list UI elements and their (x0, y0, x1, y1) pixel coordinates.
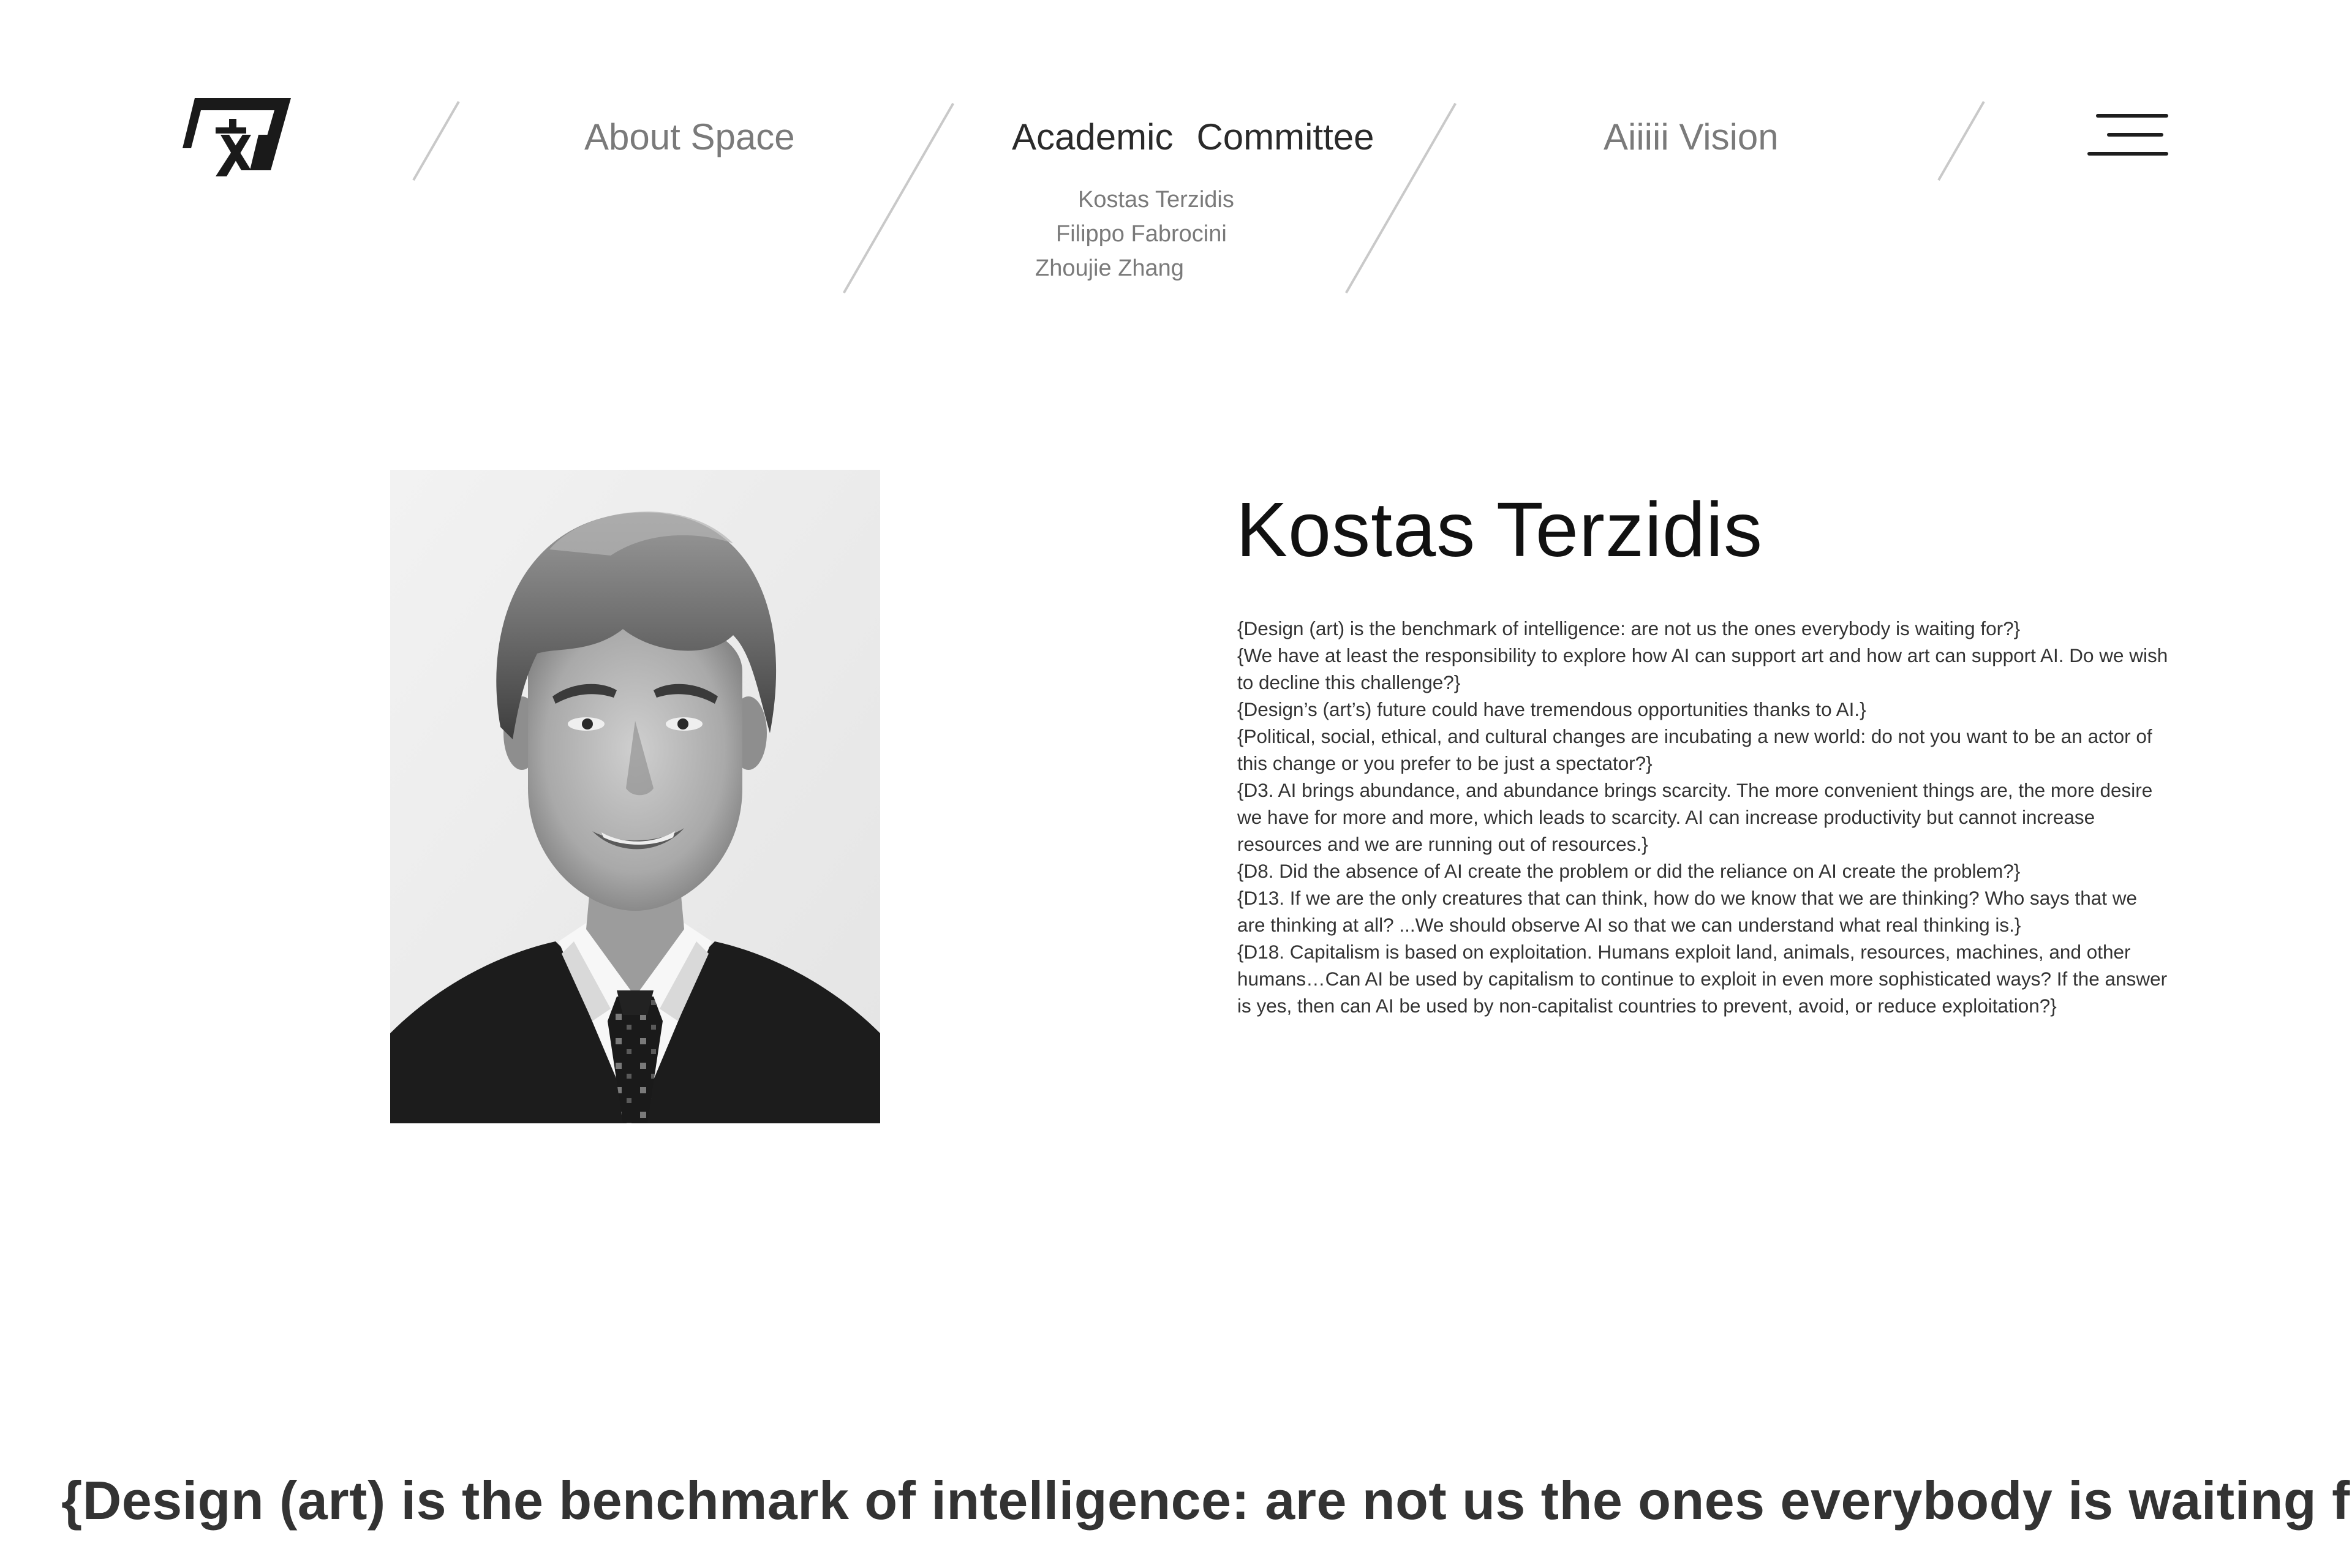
bio-paragraph: {D3. AI brings abundance, and abundance … (1237, 779, 2153, 855)
ai-space-logo-icon[interactable] (178, 92, 300, 184)
bio-paragraph: {Political, social, ethical, and cultura… (1237, 725, 2152, 774)
bio-paragraph: {We have at least the responsibility to … (1237, 644, 2168, 693)
nav-academic-committee-word-2: Committee (1196, 116, 1374, 157)
submenu-item-kostas-terzidis[interactable]: Kostas Terzidis (1078, 185, 1234, 214)
profile-name: Kostas Terzidis (1236, 486, 1763, 573)
bio-paragraph: {D8. Did the absence of AI create the pr… (1237, 860, 2021, 882)
nav-divider (412, 100, 460, 181)
portrait-photo (390, 470, 880, 1123)
hamburger-menu-icon[interactable] (2087, 114, 2168, 157)
profile-bio: {Design (art) is the benchmark of intell… (1237, 615, 2168, 1019)
nav-aiiiii-vision[interactable]: Aiiiii Vision (1604, 114, 1779, 160)
bio-paragraph: {D13. If we are the only creatures that … (1237, 887, 2138, 936)
nav-divider (843, 102, 954, 294)
nav-academic-committee-word-1: Academic (1012, 116, 1174, 157)
bio-paragraph: {Design (art) is the benchmark of intell… (1237, 617, 2021, 639)
bio-paragraph: {D18. Capitalism is based on exploitatio… (1237, 941, 2168, 1017)
nav-about-space[interactable]: About Space (584, 114, 795, 160)
quote-marquee: {Design (art) is the benchmark of intell… (61, 1470, 2350, 1531)
bio-paragraph: {Design’s (art’s) future could have trem… (1237, 698, 1866, 720)
nav-academic-committee[interactable]: Academic Committee (1012, 114, 1374, 160)
nav-divider (1937, 100, 1985, 181)
submenu-item-filippo-fabrocini[interactable]: Filippo Fabrocini (1056, 219, 1227, 249)
submenu-item-zhoujie-zhang[interactable]: Zhoujie Zhang (1035, 254, 1184, 283)
